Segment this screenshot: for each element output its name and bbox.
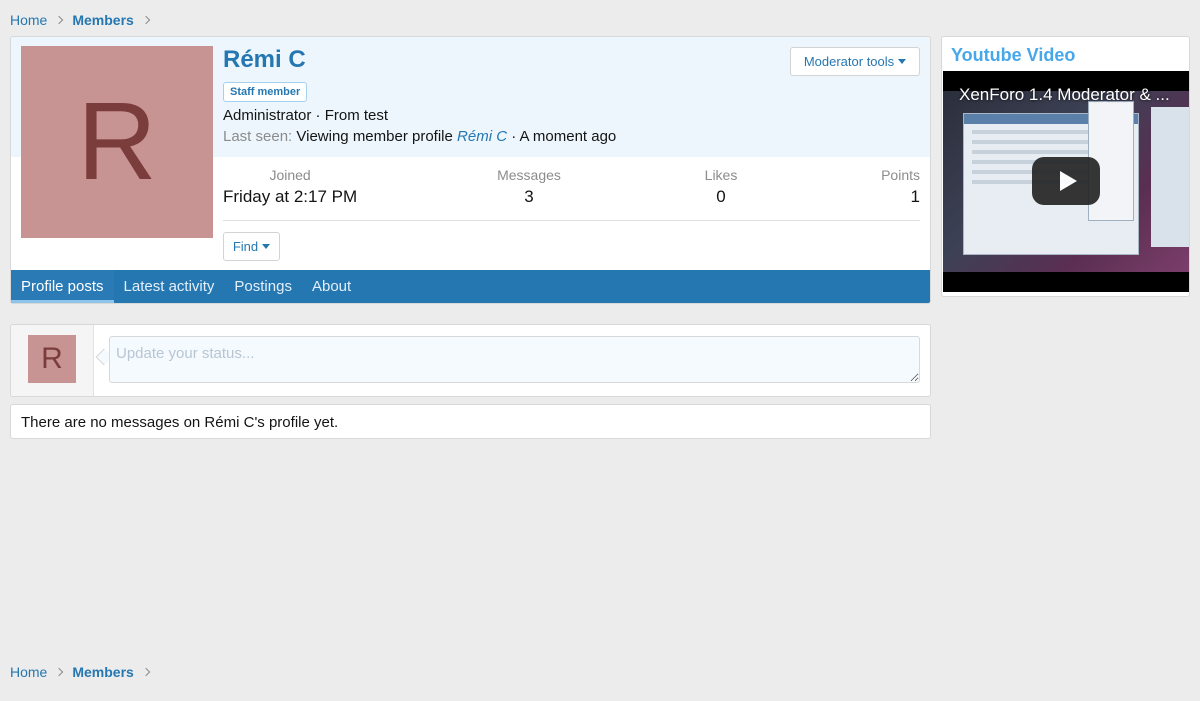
breadcrumb-home[interactable]: Home [10,12,47,28]
play-icon [1059,171,1077,191]
stat-likes-value: 0 [716,187,726,206]
stat-likes: Likes 0 [688,167,754,207]
caret-down-icon [262,244,271,249]
tab-latest-activity[interactable]: Latest activity [114,270,225,303]
stat-points-value[interactable]: 1 [881,187,920,207]
profile-tabs: Profile posts Latest activity Postings A… [11,270,930,303]
moderator-tools-label: Moderator tools [803,54,895,69]
tab-about[interactable]: About [302,270,361,303]
stat-messages-label: Messages [497,167,561,183]
chevron-right-icon [141,15,151,25]
moderator-tools-button[interactable]: Moderator tools [790,47,920,76]
no-messages-notice: There are no messages on Rémi C's profil… [10,404,931,439]
last-seen-action: Viewing member profile [296,128,453,145]
breadcrumb-members[interactable]: Members [72,664,133,680]
status-input[interactable] [109,336,920,383]
last-seen-label: Last seen: [223,128,293,145]
last-seen-time: · A moment ago [511,128,617,145]
stat-joined-label: Joined [269,167,311,183]
stat-joined: Joined Friday at 2:17 PM [223,167,357,207]
staff-badge: Staff member [223,82,308,102]
video-player[interactable]: XenForo 1.4 Moderator & ... [943,71,1189,292]
member-stats: Joined Friday at 2:17 PM Messages 3 Like… [223,167,920,221]
stat-points-label: Points [881,167,920,183]
youtube-video-widget: Youtube Video XenForo 1.4 Moderator & ..… [941,36,1190,297]
status-update-box: R [10,324,931,397]
chevron-right-icon [141,667,151,677]
stat-messages: Messages 3 [486,167,572,207]
last-seen: Last seen: Viewing member profile Rémi C… [223,128,616,145]
tab-postings[interactable]: Postings [224,270,302,303]
breadcrumb: Home Members [10,12,159,28]
find-label: Find [232,239,259,254]
widget-title: Youtube Video [951,45,1076,65]
breadcrumb-members[interactable]: Members [72,12,133,28]
stat-joined-value: Friday at 2:17 PM [223,187,358,206]
avatar[interactable]: R [21,46,213,238]
play-button[interactable] [1032,157,1100,205]
avatar-letter: R [41,342,63,375]
tab-profile-posts[interactable]: Profile posts [11,270,114,303]
breadcrumb-footer: Home Members [10,664,159,680]
chevron-right-icon [55,667,64,677]
avatar[interactable]: R [28,335,76,383]
stat-messages-value[interactable]: 3 [486,187,572,207]
stat-points: Points 1 [881,167,920,207]
chevron-right-icon [55,15,64,25]
thumbnail-sidebar [1151,107,1189,247]
stat-likes-label: Likes [704,167,738,183]
video-title[interactable]: XenForo 1.4 Moderator & ... [959,85,1170,105]
avatar-letter: R [77,80,157,203]
username: Rémi C [223,46,306,73]
status-avatar-cell: R [11,325,94,396]
find-button[interactable]: Find [223,232,280,261]
last-seen-member-link[interactable]: Rémi C [457,128,507,145]
user-title-line: Administrator · From test [223,107,389,124]
member-header: R Rémi C Staff member Administrator · Fr… [10,36,931,304]
caret-down-icon [898,59,907,64]
breadcrumb-home[interactable]: Home [10,664,47,680]
